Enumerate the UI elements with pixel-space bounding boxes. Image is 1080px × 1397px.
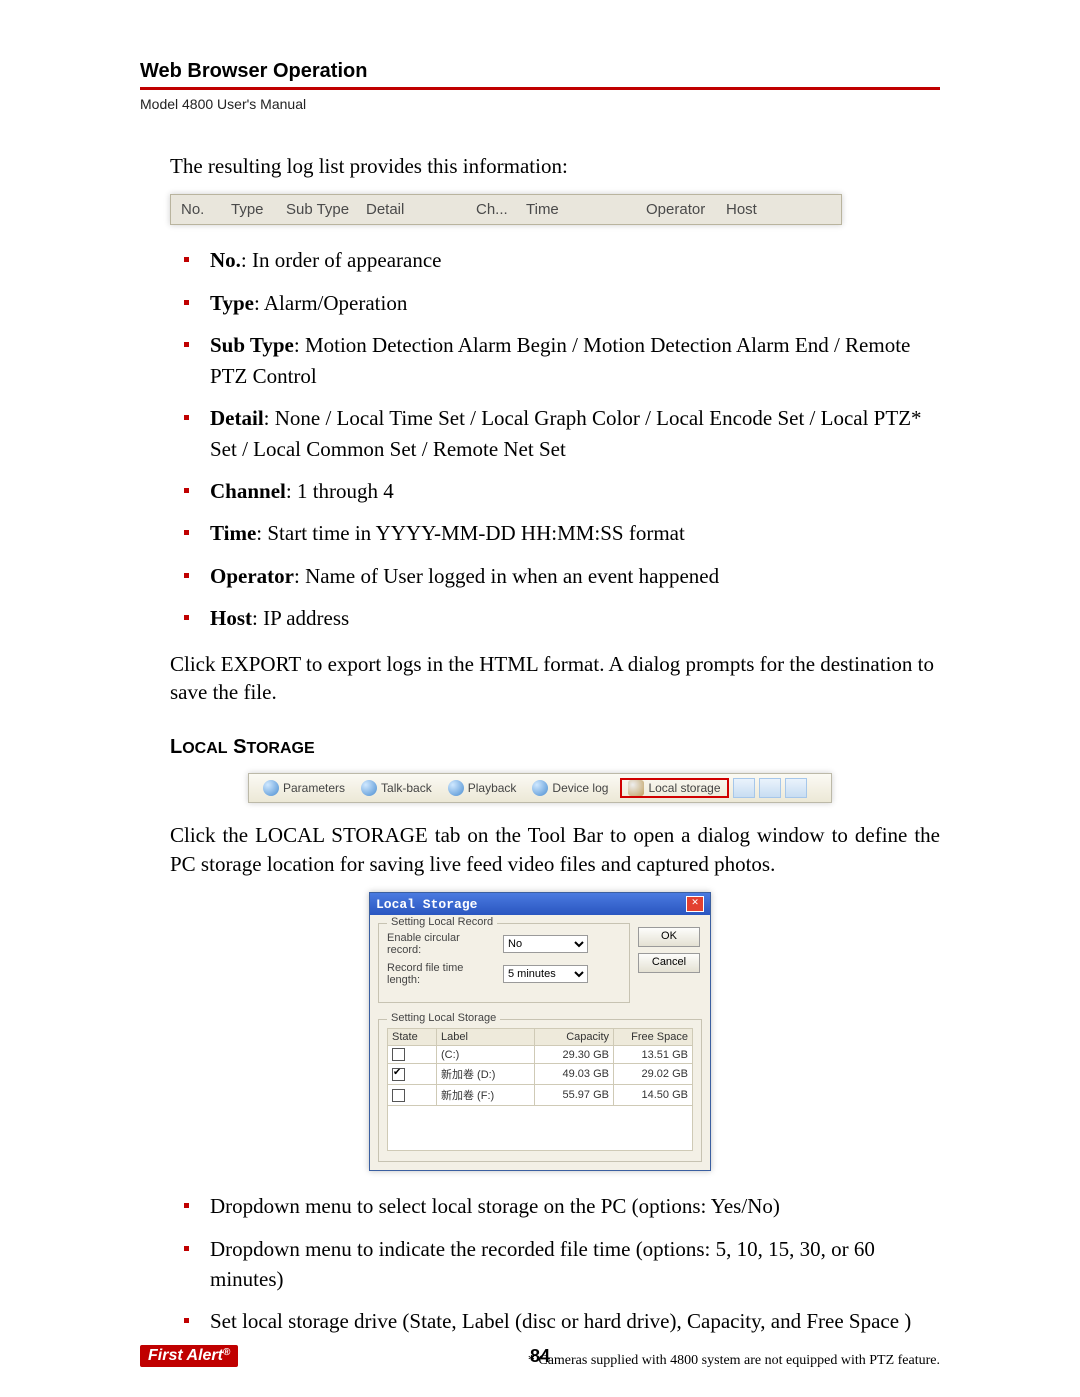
view-icon[interactable] (759, 778, 781, 798)
list-item: Operator: Name of User logged in when an… (200, 561, 940, 591)
storage-options-list: Dropdown menu to select local storage on… (140, 1191, 940, 1337)
toolbar-devicelog[interactable]: Device log (524, 778, 616, 798)
col-operator: Operator (646, 201, 726, 218)
dialog-titlebar: Local Storage ✕ (370, 893, 710, 915)
setting-local-record-group: Setting Local Record Enable circular rec… (378, 923, 630, 1003)
col-host: Host (726, 201, 786, 218)
drive-capacity: 55.97 GB (535, 1085, 614, 1106)
group-legend: Setting Local Storage (387, 1012, 500, 1024)
toolbar-parameters[interactable]: Parameters (255, 778, 353, 798)
ok-button[interactable]: OK (638, 927, 700, 947)
table-row (388, 1106, 693, 1151)
drive-capacity: 29.30 GB (535, 1046, 614, 1064)
state-checkbox[interactable] (392, 1068, 405, 1081)
field-definitions-list: No.: In order of appearance Type: Alarm/… (140, 245, 940, 633)
storage-table: State Label Capacity Free Space (C:) 29.… (387, 1028, 693, 1151)
list-item: Detail: None / Local Time Set / Local Gr… (200, 403, 940, 464)
export-paragraph: Click EXPORT to export logs in the HTML … (140, 650, 940, 707)
globe-icon (448, 780, 464, 796)
header-rule (140, 87, 940, 90)
state-checkbox[interactable] (392, 1048, 405, 1061)
list-item: Sub Type: Motion Detection Alarm Begin /… (200, 330, 940, 391)
manual-subtitle: Model 4800 User's Manual (140, 96, 940, 112)
list-item: Set local storage drive (State, Label (d… (200, 1306, 940, 1336)
disk-icon (628, 780, 644, 796)
col-free: Free Space (614, 1029, 693, 1046)
list-item: Host: IP address (200, 603, 940, 633)
list-item: No.: In order of appearance (200, 245, 940, 275)
col-type: Type (231, 201, 286, 218)
list-item: Dropdown menu to select local storage on… (200, 1191, 940, 1221)
view-icon[interactable] (733, 778, 755, 798)
intro-paragraph: The resulting log list provides this inf… (140, 152, 940, 180)
local-storage-paragraph: Click the LOCAL STORAGE tab on the Tool … (140, 821, 940, 878)
drive-label: 新加卷 (D:) (437, 1064, 535, 1085)
enable-circular-label: Enable circular record: (387, 932, 497, 956)
drive-capacity: 49.03 GB (535, 1064, 614, 1085)
col-channel: Ch... (476, 201, 526, 218)
col-label: Label (437, 1029, 535, 1046)
col-detail: Detail (366, 201, 476, 218)
drive-free: 14.50 GB (614, 1085, 693, 1106)
setting-local-storage-group: Setting Local Storage State Label Capaci… (378, 1019, 702, 1162)
local-storage-dialog: Local Storage ✕ Setting Local Record Ena… (369, 892, 711, 1171)
table-row: 新加卷 (F:) 55.97 GB 14.50 GB (388, 1085, 693, 1106)
log-columns-header: No. Type Sub Type Detail Ch... Time Oper… (170, 194, 842, 225)
list-item: Channel: 1 through 4 (200, 476, 940, 506)
close-icon[interactable]: ✕ (686, 896, 704, 912)
local-storage-heading: LOCAL STORAGE (170, 736, 940, 759)
globe-icon (532, 780, 548, 796)
table-row: (C:) 29.30 GB 13.51 GB (388, 1046, 693, 1064)
col-no: No. (181, 201, 231, 218)
enable-circular-select[interactable]: No (503, 935, 588, 953)
table-header-row: State Label Capacity Free Space (388, 1029, 693, 1046)
drive-label: 新加卷 (F:) (437, 1085, 535, 1106)
table-row: 新加卷 (D:) 49.03 GB 29.02 GB (388, 1064, 693, 1085)
dialog-title: Local Storage (376, 897, 477, 912)
globe-icon (361, 780, 377, 796)
col-time: Time (526, 201, 646, 218)
toolbar-playback[interactable]: Playback (440, 778, 525, 798)
state-checkbox[interactable] (392, 1089, 405, 1102)
list-item: Type: Alarm/Operation (200, 288, 940, 318)
globe-icon (263, 780, 279, 796)
group-legend: Setting Local Record (387, 916, 497, 928)
drive-label: (C:) (437, 1046, 535, 1064)
col-capacity: Capacity (535, 1029, 614, 1046)
toolbar-localstorage[interactable]: Local storage (620, 778, 728, 798)
record-length-label: Record file time length: (387, 962, 497, 986)
first-alert-logo: First Alert® (140, 1345, 238, 1367)
col-state: State (388, 1029, 437, 1046)
toolbar-screenshot: Parameters Talk-back Playback Device log… (248, 773, 832, 803)
list-item: Time: Start time in YYYY-MM-DD HH:MM:SS … (200, 518, 940, 548)
drive-free: 29.02 GB (614, 1064, 693, 1085)
drive-free: 13.51 GB (614, 1046, 693, 1064)
cancel-button[interactable]: Cancel (638, 953, 700, 973)
page-number: 84 (530, 1346, 550, 1367)
toolbar-view-icons (733, 778, 807, 798)
toolbar-talkback[interactable]: Talk-back (353, 778, 440, 798)
list-item: Dropdown menu to indicate the recorded f… (200, 1234, 940, 1295)
record-length-select[interactable]: 5 minutes (503, 965, 588, 983)
col-subtype: Sub Type (286, 201, 366, 218)
view-icon[interactable] (785, 778, 807, 798)
chapter-title: Web Browser Operation (140, 60, 940, 83)
